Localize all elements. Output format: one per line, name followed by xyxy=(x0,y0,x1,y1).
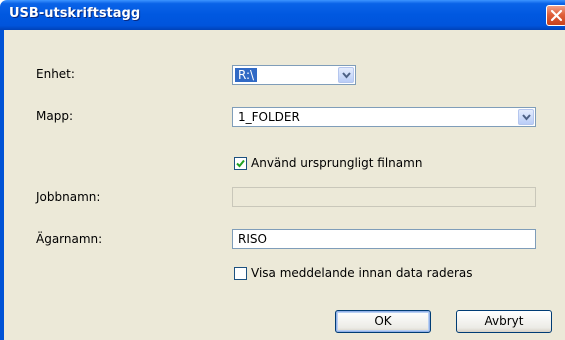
chevron-down-icon xyxy=(342,72,351,79)
use-original-filename-label[interactable]: Använd ursprungligt filnamn xyxy=(251,156,422,170)
folder-label: Mapp: xyxy=(36,109,73,123)
job-name-label: Jobbnamn: xyxy=(36,190,101,204)
dialog-window: USB-utskriftstagg Enhet: R:\ Mapp: 1_FOL… xyxy=(0,0,565,340)
cancel-button[interactable]: Avbryt xyxy=(456,310,552,333)
owner-name-field[interactable]: RISO xyxy=(232,229,536,249)
folder-dropdown-button[interactable] xyxy=(518,109,534,125)
owner-name-value: RISO xyxy=(238,232,267,246)
show-message-checkbox[interactable] xyxy=(234,267,247,280)
checkmark-icon xyxy=(236,159,245,168)
device-select-value: R:\ xyxy=(235,68,258,82)
title-bar[interactable]: USB-utskriftstagg xyxy=(0,0,565,30)
owner-name-label: Ägarnamn: xyxy=(36,232,103,246)
use-original-filename-checkbox[interactable] xyxy=(234,157,247,170)
ok-button[interactable]: OK xyxy=(335,310,431,333)
window-title: USB-utskriftstagg xyxy=(9,6,141,21)
device-label: Enhet: xyxy=(36,67,75,81)
device-select[interactable]: R:\ xyxy=(232,65,356,85)
folder-select-value: 1_FOLDER xyxy=(238,110,300,124)
folder-select[interactable]: 1_FOLDER xyxy=(232,107,536,127)
job-name-field xyxy=(232,187,536,207)
close-button[interactable] xyxy=(546,5,565,26)
show-message-label[interactable]: Visa meddelande innan data raderas xyxy=(251,266,472,280)
chevron-down-icon xyxy=(522,114,531,121)
close-icon xyxy=(550,9,563,22)
device-dropdown-button[interactable] xyxy=(338,67,354,83)
